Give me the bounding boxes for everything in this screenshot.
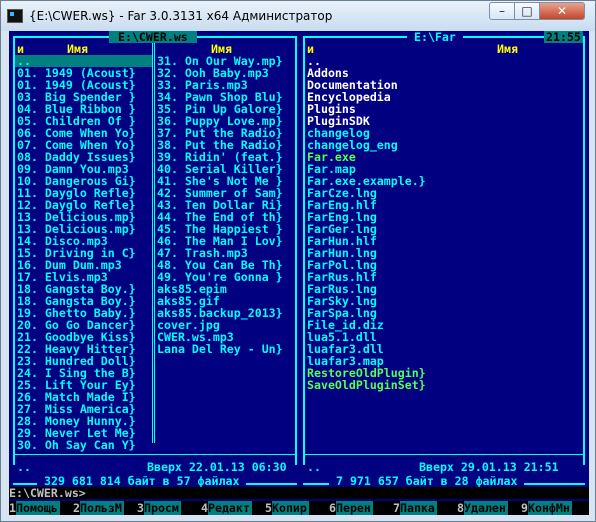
right-status-name: .. [307, 460, 321, 474]
left-panel-file-item[interactable]: 30. Oh Say Can Y} [17, 439, 136, 451]
function-key-bar: 1Помощь 2ПользМ 3Просм 4Редакт 5Копир 6Перен 7… [9, 501, 589, 515]
fkey-label: Редакт [207, 501, 252, 515]
left-panel-path[interactable]: E:\CWER.ws [109, 31, 197, 43]
close-button[interactable]: ✕ [539, 2, 585, 20]
right-panel-left-border [303, 37, 305, 465]
fkey-label: Папка [399, 501, 437, 515]
fkey-1-button[interactable]: 1Помощь [9, 501, 60, 515]
fkey-number: 6 [329, 501, 336, 515]
right-summary: 7 971 657 байт в 28 файлах [329, 474, 525, 488]
left-panel-status-divider [13, 454, 297, 455]
fkey-number: 9 [521, 501, 528, 515]
fkey-label: Перен [335, 501, 373, 515]
fkey-number: 1 [9, 501, 16, 515]
command-line[interactable]: E:\CWER.ws> [9, 487, 589, 499]
left-status-info: Вверх 22.01.13 06:30 [147, 460, 287, 474]
right-panel-path[interactable]: E:\Far [407, 31, 463, 43]
console-area: и Имя Имя E:\CWER.ws и Имя E:\Far 21:55 … [9, 31, 589, 515]
left-status-name: .. [17, 460, 31, 474]
fkey-number: 8 [457, 501, 464, 515]
fkey-label: Помощь [15, 501, 60, 515]
far-app-icon [7, 9, 23, 23]
fkey-2-button[interactable]: 2ПользМ [73, 501, 124, 515]
fkey-5-button[interactable]: 5Копир [265, 501, 309, 515]
far-window: {E:\CWER.ws} - Far 3.0.3131 x64 Админист… [0, 0, 596, 522]
fkey-label: Копир [271, 501, 309, 515]
fkey-number: 3 [137, 501, 144, 515]
left-panel-column-divider-2 [154, 43, 155, 443]
left-panel-left-border [13, 37, 15, 465]
window-title: {E:\CWER.ws} - Far 3.0.3131 x64 Админист… [29, 9, 333, 23]
right-panel-file-item[interactable]: SaveOldPluginSet} [307, 379, 426, 391]
right-panel-right-border [583, 37, 585, 465]
right-col1-header[interactable]: Имя [497, 43, 518, 55]
right-status-info: Вверх 29.01.13 21:51 [419, 460, 559, 474]
fkey-3-button[interactable]: 3Просм [137, 501, 181, 515]
minimize-button[interactable]: – [489, 2, 515, 20]
clock: 21:55 [544, 31, 583, 44]
fkey-8-button[interactable]: 8Удален [457, 501, 508, 515]
fkey-label: Удален [463, 501, 508, 515]
left-panel-file-item[interactable]: Lana Del Rey - Un} [157, 343, 283, 355]
fkey-number: 4 [201, 501, 208, 515]
fkey-number: 7 [393, 501, 400, 515]
maximize-button[interactable]: □ [514, 2, 540, 20]
fkey-number: 2 [73, 501, 80, 515]
fkey-6-button[interactable]: 6Перен [329, 501, 373, 515]
fkey-label: Просм [143, 501, 181, 515]
fkey-label: КонфМн [527, 501, 572, 515]
left-panel-column-divider [152, 43, 153, 443]
fkey-4-button[interactable]: 4Редакт [201, 501, 252, 515]
fkey-number: 5 [265, 501, 272, 515]
left-col1-header[interactable]: Имя [67, 43, 88, 55]
fkey-9-button[interactable]: 9КонфМн [521, 501, 572, 515]
fkey-7-button[interactable]: 7Папка [393, 501, 437, 515]
left-panel-right-border [295, 37, 297, 465]
fkey-label: ПользМ [79, 501, 124, 515]
right-panel-status-divider [303, 454, 585, 455]
title-bar[interactable]: {E:\CWER.ws} - Far 3.0.3131 x64 Админист… [1, 1, 595, 31]
